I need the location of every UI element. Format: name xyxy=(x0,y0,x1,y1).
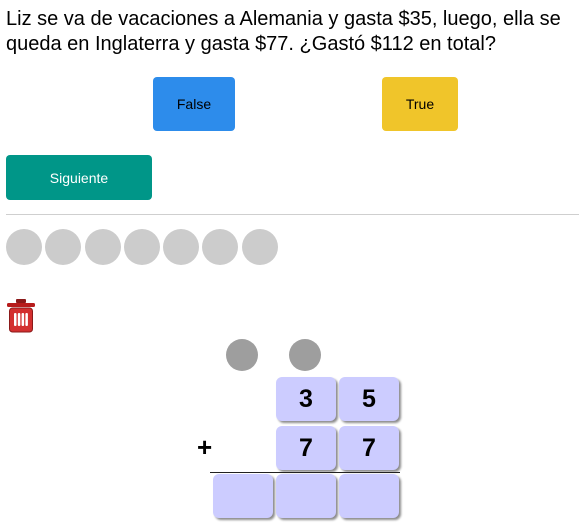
progress-dot xyxy=(84,229,121,265)
false-button[interactable]: False xyxy=(153,77,235,131)
progress-dot xyxy=(45,229,82,265)
true-button[interactable]: True xyxy=(382,77,458,131)
carry-dot[interactable] xyxy=(226,339,258,371)
progress-dot xyxy=(202,229,239,265)
plus-operator: + xyxy=(197,432,213,462)
bottom-digit-ones: 7 xyxy=(339,426,399,470)
sum-line xyxy=(210,472,400,473)
progress-dot xyxy=(6,229,42,265)
divider xyxy=(6,214,579,215)
progress-dot xyxy=(123,229,160,265)
next-button[interactable]: Siguiente xyxy=(6,155,152,200)
result-digit-tens[interactable] xyxy=(276,474,336,518)
top-digit-ones: 5 xyxy=(339,377,399,421)
progress-dot xyxy=(241,229,278,265)
question-text: Liz se va de vacaciones a Alemania y gas… xyxy=(6,8,561,55)
carry-dot[interactable] xyxy=(289,339,321,371)
result-digit-ones[interactable] xyxy=(339,474,399,518)
progress-dot xyxy=(163,229,200,265)
bottom-digit-tens: 7 xyxy=(276,426,336,470)
result-digit-hundreds[interactable] xyxy=(213,474,273,518)
progress-dots xyxy=(6,229,281,265)
top-digit-tens: 3 xyxy=(276,377,336,421)
trash-icon[interactable] xyxy=(6,298,36,334)
